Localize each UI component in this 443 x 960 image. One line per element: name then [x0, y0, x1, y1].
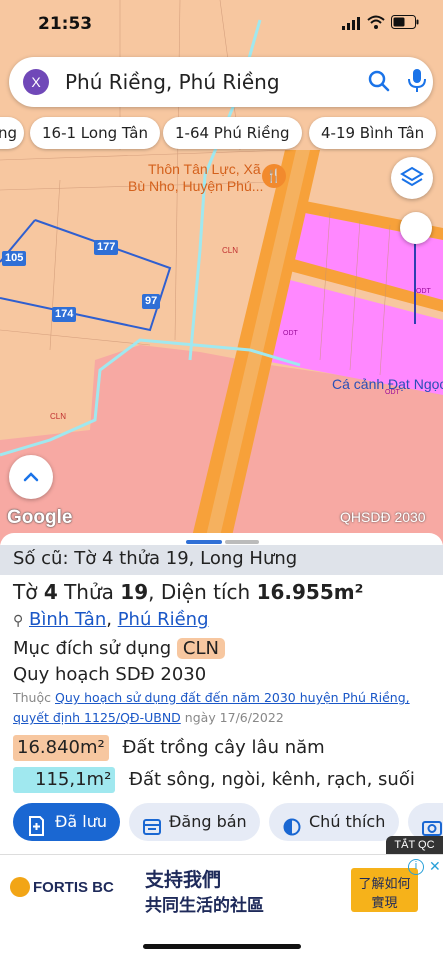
chip-location[interactable]: 4-19 Bình Tân	[309, 117, 437, 149]
plan-label: Quy hoạch SDĐ 2030	[13, 664, 207, 685]
layers-icon	[400, 166, 424, 187]
chip-location[interactable]: 1-64 Phú Riềng	[163, 117, 302, 149]
saved-button[interactable]: Đã lưu	[13, 803, 120, 841]
legend-button[interactable]: Chú thích	[269, 803, 399, 841]
search-icon[interactable]	[367, 69, 391, 98]
plan-link[interactable]: Quy hoạch sử dụng đất đến năm 2030 huyện…	[55, 690, 410, 705]
plot-location: ⚲ Bình Tân, Phú Riềng	[13, 609, 209, 630]
parcel-number[interactable]: 97	[142, 294, 161, 309]
cellular-signal-icon	[342, 17, 360, 35]
zone-label-odt: ODT	[416, 288, 431, 295]
opacity-slider-track[interactable]	[414, 244, 416, 324]
google-logo: Google	[7, 507, 73, 528]
parcel-number[interactable]: 177	[94, 240, 119, 255]
location-link-district[interactable]: Phú Riềng	[118, 609, 209, 630]
old-info-bar: Số cũ: Tờ 4 thửa 19, Long Hưng	[0, 545, 443, 575]
restaurant-icon[interactable]: 🍴	[262, 164, 286, 188]
wifi-icon	[367, 15, 385, 34]
purpose-tag: CLN	[176, 638, 225, 659]
opacity-slider-handle[interactable]	[400, 212, 432, 244]
status-time: 21:53	[38, 14, 93, 34]
place-name-2[interactable]: Bù Nho, Huyện Phú...	[128, 178, 263, 194]
clear-search-button[interactable]: X	[23, 69, 49, 95]
chevron-up-icon	[23, 472, 39, 482]
listing-icon	[143, 812, 161, 850]
plot-title: Tờ 4 Thửa 19, Diện tích 16.955m²	[13, 580, 364, 604]
home-indicator[interactable]	[143, 944, 301, 949]
parcel-number[interactable]: 174	[52, 307, 77, 322]
place-name[interactable]: Thôn Tân Lực, Xã	[148, 161, 261, 177]
ad-info-icon[interactable]: i	[408, 859, 424, 875]
search-query[interactable]: Phú Riềng, Phú Riềng	[65, 70, 280, 94]
area-value: 115,1m²	[13, 767, 116, 793]
ad-cta-button[interactable]: 了解如何 實現	[351, 868, 418, 912]
ad-close-tag[interactable]: TẮT QC	[386, 836, 443, 854]
map-source-label: QHSDĐ 2030	[340, 509, 426, 525]
layers-button[interactable]	[391, 157, 433, 199]
location-pin-icon: ⚲	[13, 613, 24, 629]
expand-button[interactable]	[9, 455, 53, 499]
purpose-row: Mục đích sử dụng CLN	[13, 638, 225, 659]
decision-link[interactable]: quyết định 1125/QĐ-UBND	[13, 710, 181, 725]
chip-location[interactable]: 16-1 Long Tân	[30, 117, 160, 149]
zone-label-cln: CLN	[50, 412, 67, 421]
status-bar: 21:53	[0, 0, 443, 50]
ad-tagline-2: 共同生活的社區	[145, 896, 264, 916]
zone-label-cln: CLN	[222, 246, 239, 255]
battery-icon	[391, 15, 419, 34]
area-row-perennial: 16.840m² Đất trồng cây lâu năm	[13, 735, 325, 761]
zone-label-odt: ODT	[283, 330, 298, 337]
app-screen: CLN CLN ODT ODT ODT 105 177 174 97 Thôn …	[0, 0, 443, 960]
plan-note: Thuộc Quy hoạch sử dụng đất đến năm 2030…	[13, 690, 410, 725]
area-value: 16.840m²	[13, 735, 109, 761]
search-bar[interactable]: X Phú Riềng, Phú Riềng	[9, 57, 433, 107]
ad-tagline-1: 支持我們	[145, 869, 222, 891]
contrast-icon	[283, 812, 301, 850]
parcel-number[interactable]: 105	[2, 251, 27, 266]
ad-brand: FORTIS BC	[33, 879, 114, 896]
location-link-ward[interactable]: Bình Tân	[29, 609, 106, 630]
bookmark-add-icon	[27, 812, 45, 850]
ad-banner[interactable]: FORTIS BC 支持我們 共同生活的社區 了解如何 實現 i ✕	[0, 854, 443, 924]
area-row-water: 115,1m² Đất sông, ngòi, kênh, rạch, suối	[13, 767, 415, 793]
mic-icon[interactable]	[407, 68, 427, 99]
post-sale-button[interactable]: Đăng bán	[129, 803, 260, 841]
overlay-label[interactable]: Cá cảnh Đạt Ngọc	[332, 376, 443, 392]
ad-close-icon[interactable]: ✕	[429, 858, 441, 875]
fortis-logo	[10, 877, 30, 897]
